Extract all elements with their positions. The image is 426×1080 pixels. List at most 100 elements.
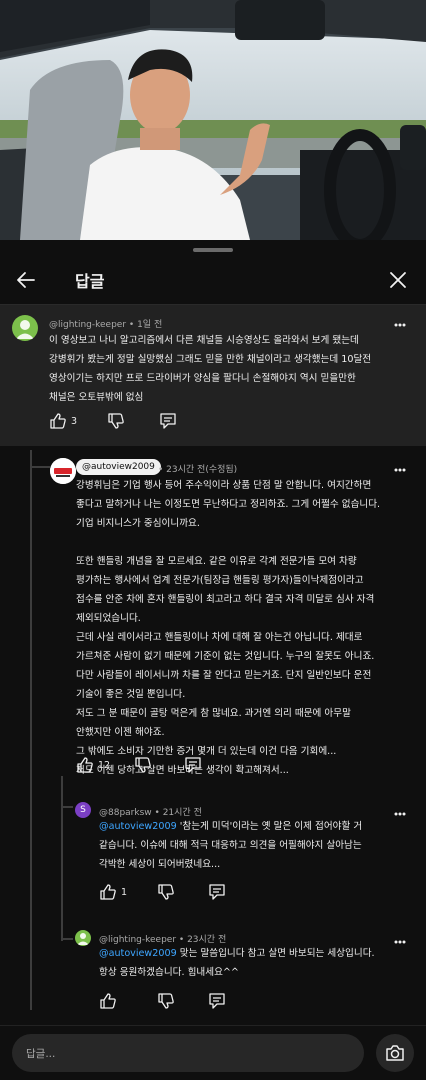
avatar[interactable]: S <box>75 802 91 818</box>
comment-icon <box>185 757 201 773</box>
comment-line: 저도 이젠 당하고 살면 바보라는 생각이 확고해져서... <box>76 765 289 776</box>
comment-text: @autoview2009 '참는게 미덕'이라는 옛 말은 이제 접어야할 거… <box>99 817 362 874</box>
author-chip[interactable]: @autoview2009 <box>76 459 161 475</box>
comment-line: 기업 비지니스가 중심이니까요. <box>76 518 200 529</box>
comment-meta: @lighting-keeper • 1일 전 <box>49 320 163 330</box>
reply-input-placeholder: 답글... <box>26 1048 56 1060</box>
comment-line: 강병휘님은 기업 행사 등어 주수익이라 상품 단점 말 안합니다. 여지간하면 <box>76 480 372 491</box>
reply-input-bar: 답글... <box>0 1025 426 1080</box>
comment-line: 같습니다. 이슈에 대해 적극 대응하고 의견을 어필해야지 살아남는 <box>99 840 362 851</box>
comment-line: 이 영상보고 나니 알고리즘에서 다른 채널들 시승영상도 올라와서 보게 됐는… <box>49 335 359 346</box>
video-player[interactable] <box>0 0 426 240</box>
comment-meta: • 23시간 전(수정됨) <box>158 465 238 475</box>
thumbs-up-icon <box>100 884 116 900</box>
more-icon <box>394 468 406 472</box>
comment-icon <box>160 413 176 429</box>
comment-line: 항상 응원하겠습니다. 힘내세요^^ <box>99 967 239 978</box>
reply-button[interactable] <box>208 992 226 1010</box>
like-count: 1 <box>121 886 128 898</box>
user-avatar-icon <box>16 320 34 339</box>
close-button[interactable] <box>382 264 414 296</box>
comment-text: 이 영상보고 나니 알고리즘에서 다른 채널들 시승영상도 올라와서 보게 됐는… <box>49 331 371 407</box>
avatar[interactable] <box>50 458 76 484</box>
thumbs-up-icon <box>50 413 66 429</box>
panel-title: 답글 <box>75 272 105 291</box>
reply-button[interactable] <box>159 412 177 430</box>
video-frame-image <box>0 0 426 240</box>
comment-icon <box>209 884 225 900</box>
comment-line: 좋다고 말하거나 나는 이정도면 무난하다고 정리하죠. 그게 어쩔수 없습니다… <box>76 499 381 510</box>
thread-line <box>61 776 63 941</box>
comment-line: 채널은 오토뷰밖에 없심 <box>49 392 144 403</box>
panel-header: 답글 <box>0 258 426 304</box>
dislike-button[interactable] <box>134 756 152 774</box>
comment-text: @autoview2009 맞는 말씀입니다 참고 살면 바보되는 세상입니다.… <box>99 944 375 982</box>
avatar[interactable] <box>12 315 38 341</box>
like-count: 12 <box>98 759 111 771</box>
comment-line: 저도 그 분 때문이 골탕 먹은게 참 많네요. 과거엔 의리 때문에 아무말 <box>76 708 351 719</box>
thread-line <box>30 450 32 1010</box>
comment-time: 1일 전 <box>137 320 163 330</box>
comment-time: 23시간 전(수정됨) <box>166 465 238 475</box>
comment-menu-button[interactable] <box>392 317 408 333</box>
comment-menu-button[interactable] <box>392 806 408 822</box>
comment-line: 그 밖에도 소비자 기만한 증거 몇개 더 있는데 이건 다음 기회에... <box>76 746 337 757</box>
more-icon <box>394 323 406 327</box>
back-button[interactable] <box>10 264 42 296</box>
comment-menu-button[interactable] <box>392 934 408 950</box>
more-icon <box>394 812 406 816</box>
comment-line: 평가하는 행사에서 업계 전문가(팀장급 핸들링 평가자)들이낙제점이라고 <box>76 575 364 586</box>
drag-handle[interactable] <box>193 248 233 252</box>
like-button[interactable]: 1 <box>99 883 127 901</box>
close-icon <box>390 272 406 288</box>
reply-button[interactable] <box>184 756 202 774</box>
comment-line: '참는게 미덕'이라는 옛 말은 이제 접어야할 거 <box>176 821 363 832</box>
reply-input[interactable]: 답글... <box>12 1034 364 1072</box>
comment-line: 강병휘가 봤는게 정말 실망했심 그래도 믿을 만한 채널이라고 생각했는데 1… <box>49 354 372 365</box>
thumbs-down-icon <box>158 993 174 1009</box>
dislike-button[interactable] <box>107 412 125 430</box>
comment-line: 근데 사실 레이서라고 핸들링이나 차에 대해 잘 아는건 아닙니다. 제대로 <box>76 632 363 643</box>
thread-connector <box>30 466 50 468</box>
user-avatar-icon <box>77 933 89 945</box>
like-button[interactable]: 3 <box>49 412 77 430</box>
comment-line: 영상이기는 하지만 프로 드라이버가 양심을 팔다니 손절해야지 역시 믿을만한 <box>49 373 356 384</box>
comment-line: 또한 핸들링 개념을 잘 모르세요. 같은 이유로 각계 전문가들 모여 차량 <box>76 556 357 567</box>
comment-line: 기술이 좋은 것일 뿐입니다. <box>76 689 186 700</box>
comment-line: 안했지만 이젠 해야죠. <box>76 727 165 738</box>
thumbs-up-icon <box>77 757 93 773</box>
mention-link[interactable]: @autoview2009 <box>99 821 177 832</box>
comment-line: 각박한 세상이 되어버렸네요... <box>99 859 221 870</box>
comment-menu-button[interactable] <box>392 462 408 478</box>
reply-button[interactable] <box>208 883 226 901</box>
comment-line: 맞는 말씀입니다 참고 살면 바보되는 세상입니다. <box>176 948 375 959</box>
thumbs-down-icon <box>108 413 124 429</box>
camera-button[interactable] <box>376 1034 414 1072</box>
parent-comment: @lighting-keeper • 1일 전 이 영상보고 나니 알고리즘에서… <box>0 305 426 446</box>
thread-connector <box>61 806 73 808</box>
comment-line <box>76 533 380 552</box>
camera-icon <box>386 1045 404 1061</box>
author-handle[interactable]: @lighting-keeper <box>49 320 126 330</box>
arrow-left-icon <box>17 272 35 288</box>
autoview-logo-icon <box>50 458 76 484</box>
comment-line: 다만 사람들이 레이서니까 차를 잘 안다고 믿는거죠. 단지 일반인보다 운전 <box>76 670 372 681</box>
replies-panel: 답글 @lighting-keeper • 1일 전 이 영상보고 나니 알고리… <box>0 240 426 1080</box>
comment-line: 제외되었습니다. <box>76 613 141 624</box>
comment-line: 접수를 안준 차에 혼자 핸들링이 최고라고 하다 결국 자격 미달로 심사 자… <box>76 594 375 605</box>
like-button[interactable] <box>99 992 117 1010</box>
thumbs-up-icon <box>100 993 116 1009</box>
avatar[interactable] <box>75 930 91 946</box>
thumbs-down-icon <box>158 884 174 900</box>
like-count: 3 <box>71 415 78 427</box>
more-icon <box>394 940 406 944</box>
mention-link[interactable]: @autoview2009 <box>99 948 177 959</box>
thumbs-down-icon <box>135 757 151 773</box>
dislike-button[interactable] <box>157 883 175 901</box>
like-button[interactable]: 12 <box>76 756 110 774</box>
thread-connector <box>61 938 73 940</box>
comment-text: 강병휘님은 기업 행사 등어 주수익이라 상품 단점 말 안합니다. 여지간하면… <box>76 476 380 780</box>
avatar-letter: S <box>80 805 86 815</box>
comment-icon <box>209 993 225 1009</box>
dislike-button[interactable] <box>157 992 175 1010</box>
